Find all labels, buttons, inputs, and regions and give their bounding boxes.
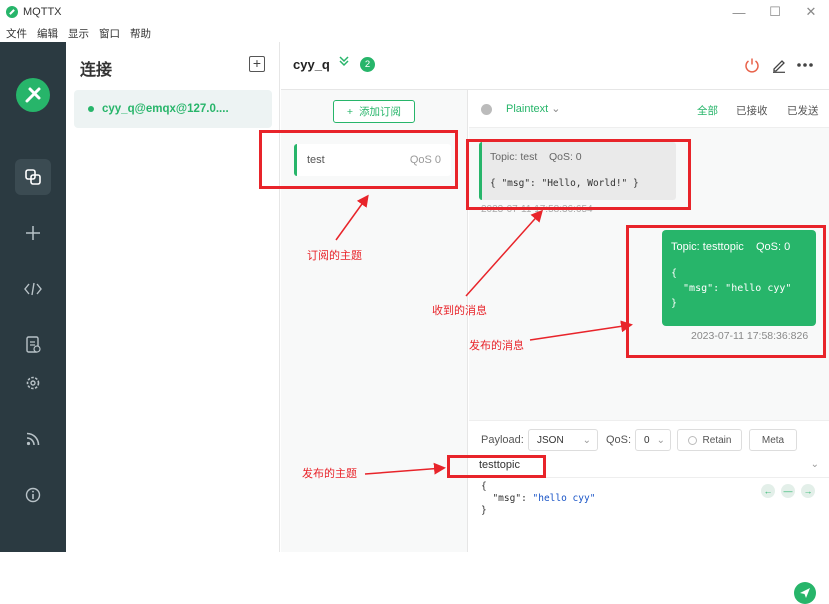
maximize-icon[interactable]: ☐ [757, 0, 793, 24]
annotation-published-message: 发布的消息 [469, 340, 524, 352]
sent-payload: { "msg": "hello cyy" } [671, 268, 792, 309]
filter-sent[interactable]: 已发送 [787, 103, 819, 118]
new-collection-button[interactable]: + [249, 56, 265, 72]
connected-status-icon [88, 106, 94, 112]
retain-toggle[interactable]: Retain [677, 429, 742, 451]
add-subscription-button[interactable]: + 添加订阅 [333, 100, 415, 123]
payload-format-select[interactable]: JSON ⌄ [528, 429, 598, 451]
app-logo-icon [6, 6, 18, 18]
plus-icon: + [346, 105, 354, 118]
subscription-topic: test [307, 154, 325, 166]
log-nav-icon[interactable] [15, 327, 51, 363]
minimize-icon[interactable]: — [721, 0, 757, 24]
received-timestamp: 2023-07-11 17:58:36:654 [481, 204, 593, 215]
clear-minus-icon[interactable]: — [781, 484, 795, 498]
close-icon[interactable]: ✕ [793, 0, 829, 24]
more-options-icon[interactable] [796, 56, 814, 74]
menu-bar: 文件 编辑 显示 窗口 帮助 [0, 24, 829, 42]
script-nav-icon[interactable] [15, 271, 51, 307]
window-controls: — ☐ ✕ [721, 0, 829, 24]
about-nav-icon[interactable] [15, 477, 51, 513]
payload-label: Payload: [481, 434, 524, 446]
filter-received[interactable]: 已接收 [736, 103, 768, 118]
next-arrow-icon[interactable]: → [801, 484, 815, 498]
payload-code: { "msg": "hello cyy" } [481, 481, 596, 516]
payload-type-select[interactable]: Plaintext ⌄ [506, 102, 560, 115]
annotation-published-topic: 发布的主题 [302, 468, 357, 480]
qos-select[interactable]: 0 ⌄ [635, 429, 671, 451]
app-title: MQTTX [23, 6, 62, 18]
connection-label: cyy_q@emqx@127.0.... [102, 103, 229, 115]
edit-pencil-icon[interactable] [770, 56, 788, 74]
menu-window[interactable]: 窗口 [99, 26, 120, 41]
new-connection-nav-icon[interactable] [15, 215, 51, 251]
sent-topic-line: Topic: testtopic QoS: 0 [671, 241, 791, 253]
publish-panel: Payload: JSON ⌄ QoS: 0 ⌄ Retain Meta testt… [469, 420, 829, 604]
sent-timestamp: 2023-07-11 17:58:36:826 [691, 330, 809, 342]
filter-all[interactable]: 全部 [697, 103, 718, 118]
subscription-qos: QoS 0 [409, 154, 441, 166]
connection-name: cyy_q [293, 57, 330, 72]
publish-topic-input[interactable]: testtopic [479, 459, 817, 475]
payload-editor[interactable]: { "msg": "hello cyy" } ← — → [469, 477, 829, 604]
sent-message-bubble[interactable]: Topic: testtopic QoS: 0 { "msg": "hello … [662, 230, 816, 326]
title-bar: MQTTX — ☐ ✕ [0, 0, 829, 24]
add-subscription-label: 添加订阅 [359, 106, 402, 118]
menu-help[interactable]: 帮助 [130, 26, 151, 41]
topic-history-chevron-icon[interactable]: ⌄ [811, 459, 819, 470]
connections-title: 连接 [80, 62, 113, 79]
feed-nav-icon[interactable] [15, 421, 51, 457]
disconnect-power-icon[interactable] [743, 56, 761, 74]
chevron-down-icon: ⌄ [551, 103, 561, 115]
meta-button[interactable]: Meta [749, 429, 797, 451]
qos-label: QoS: [606, 434, 632, 446]
menu-edit[interactable]: 编辑 [37, 26, 58, 41]
received-payload: { "msg": "Hello, World!" } [490, 178, 639, 189]
previous-arrow-icon[interactable]: ← [761, 484, 775, 498]
collapse-chevron-icon[interactable] [338, 55, 350, 70]
annotation-received-message: 收到的消息 [432, 305, 487, 317]
sidebar [0, 42, 66, 552]
radio-circle-icon [687, 435, 697, 445]
subscription-item[interactable]: test QoS 0 [294, 144, 451, 176]
mqttx-logo-icon [16, 78, 50, 112]
connections-nav-icon[interactable] [15, 159, 51, 195]
received-topic-line: Topic: test QoS: 0 [490, 151, 582, 163]
subscriptions-panel: + 添加订阅 test QoS 0 [281, 90, 468, 552]
annotation-subscribed-topic: 订阅的主题 [307, 250, 362, 262]
settings-nav-icon[interactable] [15, 365, 51, 401]
connection-header: cyy_q 2 [281, 42, 829, 90]
message-toolbar: Plaintext ⌄ 全部 已接收 已发送 [469, 90, 829, 128]
connection-item[interactable]: cyy_q@emqx@127.0.... [74, 90, 272, 128]
menu-view[interactable]: 显示 [68, 26, 89, 41]
send-paper-plane-icon [800, 588, 810, 598]
status-dot-icon [481, 104, 492, 115]
connections-panel: 连接 + cyy_q@emqx@127.0.... [66, 42, 280, 552]
message-count-badge: 2 [360, 57, 375, 72]
menu-file[interactable]: 文件 [6, 26, 27, 41]
message-list: Topic: test QoS: 0 { "msg": "Hello, Worl… [469, 128, 829, 420]
send-button[interactable] [794, 582, 816, 604]
received-message-bubble[interactable]: Topic: test QoS: 0 { "msg": "Hello, Worl… [479, 142, 676, 200]
